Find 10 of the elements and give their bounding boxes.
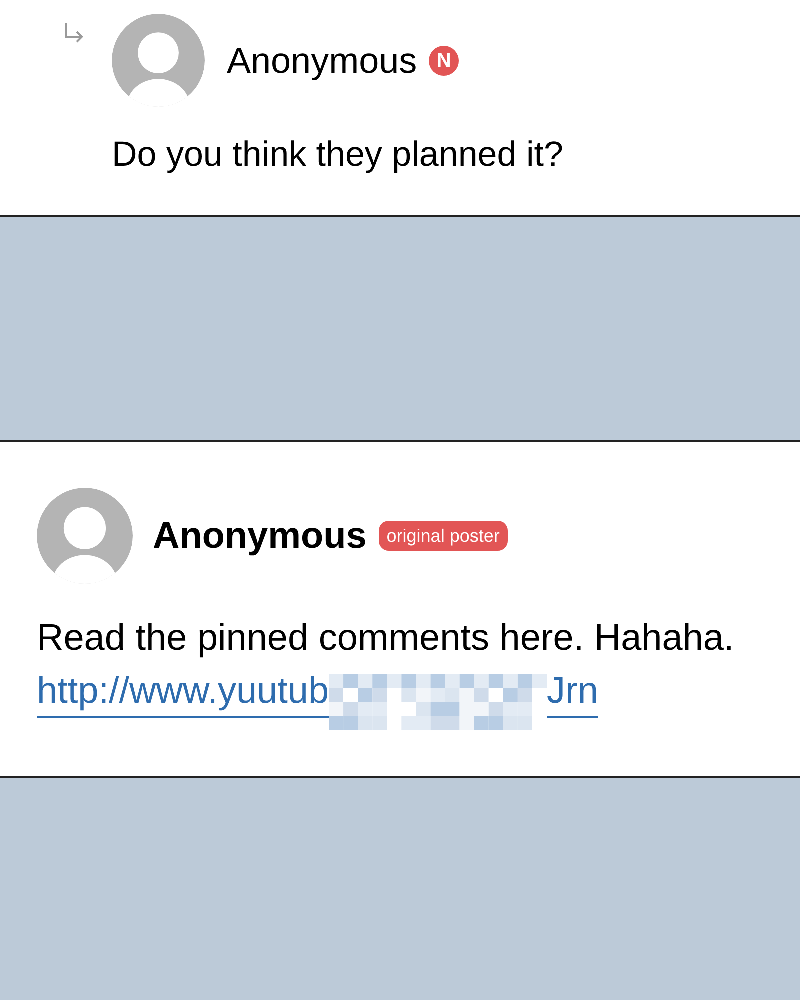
link-text[interactable]: Jrn	[547, 666, 598, 718]
new-badge: N	[429, 46, 460, 76]
original-poster-badge: original poster	[378, 521, 508, 551]
avatar-icon	[37, 488, 133, 584]
author-name: Anonymous	[153, 514, 367, 558]
comment-text: Read the pinned comments here. Hahaha.	[37, 616, 736, 660]
avatar-icon	[112, 14, 205, 107]
comment-text: Do you think they planned it?	[112, 134, 564, 176]
author-name: Anonymous	[227, 38, 418, 82]
reply-arrow-icon	[64, 22, 84, 44]
